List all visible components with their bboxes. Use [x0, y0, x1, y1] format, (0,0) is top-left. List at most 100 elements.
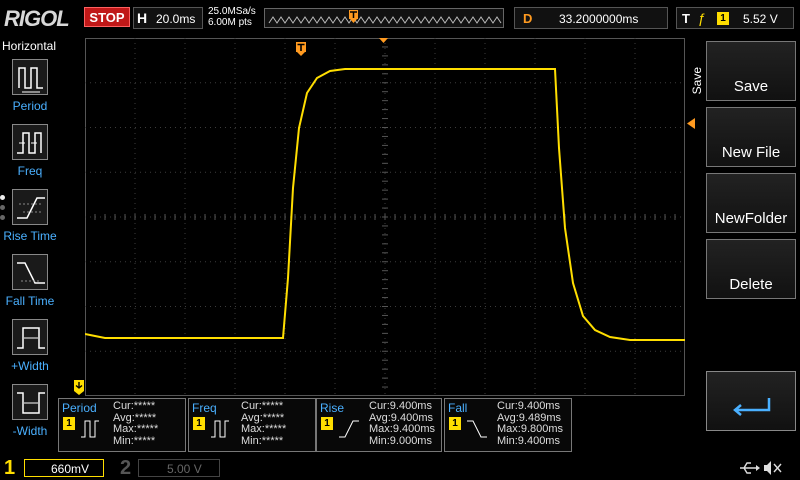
trigger-level: 5.52 V — [743, 12, 778, 26]
positive-width-icon — [12, 319, 48, 355]
measurement-name: Period — [62, 401, 97, 415]
channel-2-scale-box: 5.00 V — [138, 459, 220, 477]
system-status-icons — [740, 461, 782, 475]
stat-min: Min:9.400ms — [497, 434, 560, 447]
channel-1-number: 1 — [4, 457, 16, 479]
channel-1-status[interactable]: 1 660mV — [0, 456, 106, 480]
speaker-mute-icon — [764, 461, 782, 475]
left-measure-menu: Horizontal Period Freq Rise Time Fall Ti… — [0, 37, 60, 455]
top-status-bar: RIGOL STOP H 20.0ms 25.0MSa/s 6.00M pts … — [0, 0, 800, 36]
memory-depth: 6.00M pts — [208, 17, 252, 28]
measurement-results: Period 1 Cur:***** Avg:***** Max:***** M… — [58, 398, 698, 454]
fall-time-icon — [467, 420, 487, 438]
trigger-label: T — [682, 11, 690, 26]
measurement-freq[interactable]: Freq 1 Cur:***** Avg:***** Max:***** Min… — [188, 398, 316, 452]
usb-icon — [740, 462, 760, 474]
period-icon — [12, 59, 48, 95]
measure-freq-item[interactable]: Freq — [0, 124, 60, 184]
measure-negative-width-item[interactable]: -Width — [0, 384, 60, 444]
measurement-name: Fall — [448, 401, 468, 415]
stat-cur: Cur:9.400ms — [497, 400, 560, 412]
measure-period-item[interactable]: Period — [0, 59, 60, 119]
measurement-period[interactable]: Period 1 Cur:***** Avg:***** Max:***** M… — [58, 398, 186, 452]
bottom-channel-bar: 1 660mV 2 5.00 V — [0, 456, 800, 480]
delete-button-label: Delete — [729, 276, 773, 293]
stat-max: Max:9.400ms — [369, 423, 436, 435]
measurement-name: Freq — [192, 401, 217, 415]
save-button[interactable]: Save — [706, 41, 796, 101]
channel-2-scale: 5.00 V — [167, 462, 202, 476]
rise-time-icon — [339, 420, 359, 438]
negative-width-icon — [12, 384, 48, 420]
measurement-stats: Cur:9.400ms Avg:9.489ms Max:9.800ms Min:… — [497, 400, 564, 447]
stat-min: Min:9.000ms — [369, 434, 432, 447]
measure-negative-width-label: -Width — [12, 424, 48, 438]
measure-freq-label: Freq — [17, 164, 43, 178]
measurement-name: Rise — [320, 401, 345, 415]
stat-min: Min:***** — [113, 434, 156, 447]
measurement-channel-badge: 1 — [449, 417, 461, 430]
new-folder-button[interactable]: NewFolder — [706, 173, 796, 233]
new-file-button-label: New File — [721, 144, 781, 161]
horizontal-timebase[interactable]: H 20.0ms — [133, 7, 203, 29]
measurement-stats: Cur:***** Avg:***** Max:***** Min:***** — [241, 400, 287, 447]
measurement-fall[interactable]: Fall 1 Cur:9.400ms Avg:9.489ms Max:9.800… — [444, 398, 572, 452]
measurement-channel-badge: 1 — [321, 417, 333, 430]
horizontal-label: H — [137, 10, 148, 26]
stat-cur: Cur:9.400ms — [369, 400, 432, 412]
left-menu-title: Horizontal — [2, 39, 57, 53]
channel-1-scale-box: 660mV — [24, 459, 104, 477]
channel-1-scale: 660mV — [51, 462, 90, 476]
measure-positive-width-label: +Width — [11, 359, 49, 373]
measure-positive-width-item[interactable]: +Width — [0, 319, 60, 379]
delete-button[interactable]: Delete — [706, 239, 796, 299]
trigger-settings[interactable]: T ƒ 1 5.52 V — [676, 7, 794, 29]
timebase-value: 20.0ms — [156, 12, 196, 26]
delay-value: 33.2000000ms — [559, 12, 639, 26]
fall-time-icon — [12, 254, 48, 290]
stat-max: Max:***** — [113, 423, 159, 435]
save-button-label: Save — [733, 78, 769, 95]
measure-rise-time-label: Rise Time — [3, 229, 57, 243]
new-folder-button-label: NewFolder — [714, 210, 788, 227]
frequency-icon — [12, 124, 48, 160]
delay-label: D — [523, 11, 533, 26]
stat-cur: Cur:***** — [113, 400, 156, 412]
trigger-source-badge: 1 — [717, 12, 729, 25]
run-stop-indicator[interactable]: STOP — [84, 7, 130, 27]
enter-icon — [733, 398, 771, 416]
stat-max: Max:9.800ms — [497, 423, 564, 435]
channel-2-status[interactable]: 2 5.00 V — [116, 456, 226, 480]
measurement-rise[interactable]: Rise 1 Cur:9.400ms Avg:9.400ms Max:9.400… — [316, 398, 442, 452]
sample-rate: 25.0MSa/s — [208, 6, 256, 17]
measure-period-label: Period — [12, 99, 48, 113]
measure-fall-time-label: Fall Time — [5, 294, 55, 308]
memory-waveform-overview — [268, 10, 502, 24]
channel-1-ground-marker[interactable] — [74, 380, 86, 396]
acquisition-info: 25.0MSa/s 6.00M pts — [208, 6, 256, 28]
measurement-stats: Cur:***** Avg:***** Max:***** Min:***** — [113, 400, 159, 447]
stat-cur: Cur:***** — [241, 400, 284, 412]
trigger-position-marker[interactable] — [296, 42, 308, 56]
measurement-channel-badge: 1 — [193, 417, 205, 430]
stat-min: Min:***** — [241, 434, 284, 447]
brand-logo: RIGOL — [4, 6, 70, 31]
measure-rise-time-item[interactable]: Rise Time — [0, 189, 60, 249]
trigger-slope-icon: ƒ — [698, 10, 706, 26]
frequency-icon — [211, 420, 229, 438]
measurement-channel-badge: 1 — [63, 417, 75, 430]
rise-time-icon — [12, 189, 48, 225]
memory-position-bar[interactable] — [264, 8, 504, 28]
measure-fall-time-item[interactable]: Fall Time — [0, 254, 60, 314]
new-file-button[interactable]: New File — [706, 107, 796, 167]
enter-button[interactable] — [706, 371, 796, 431]
right-menu-title: Save — [690, 67, 704, 95]
period-icon — [81, 420, 99, 438]
measurement-stats: Cur:9.400ms Avg:9.400ms Max:9.400ms Min:… — [369, 400, 436, 447]
channel-2-number: 2 — [120, 457, 132, 479]
waveform-display[interactable] — [85, 38, 685, 396]
screen-center-marker — [379, 38, 388, 43]
right-save-menu: Save Save New File NewFolder Delete — [686, 37, 800, 457]
stat-max: Max:***** — [241, 423, 287, 435]
horizontal-delay[interactable]: D 33.2000000ms — [514, 7, 668, 29]
